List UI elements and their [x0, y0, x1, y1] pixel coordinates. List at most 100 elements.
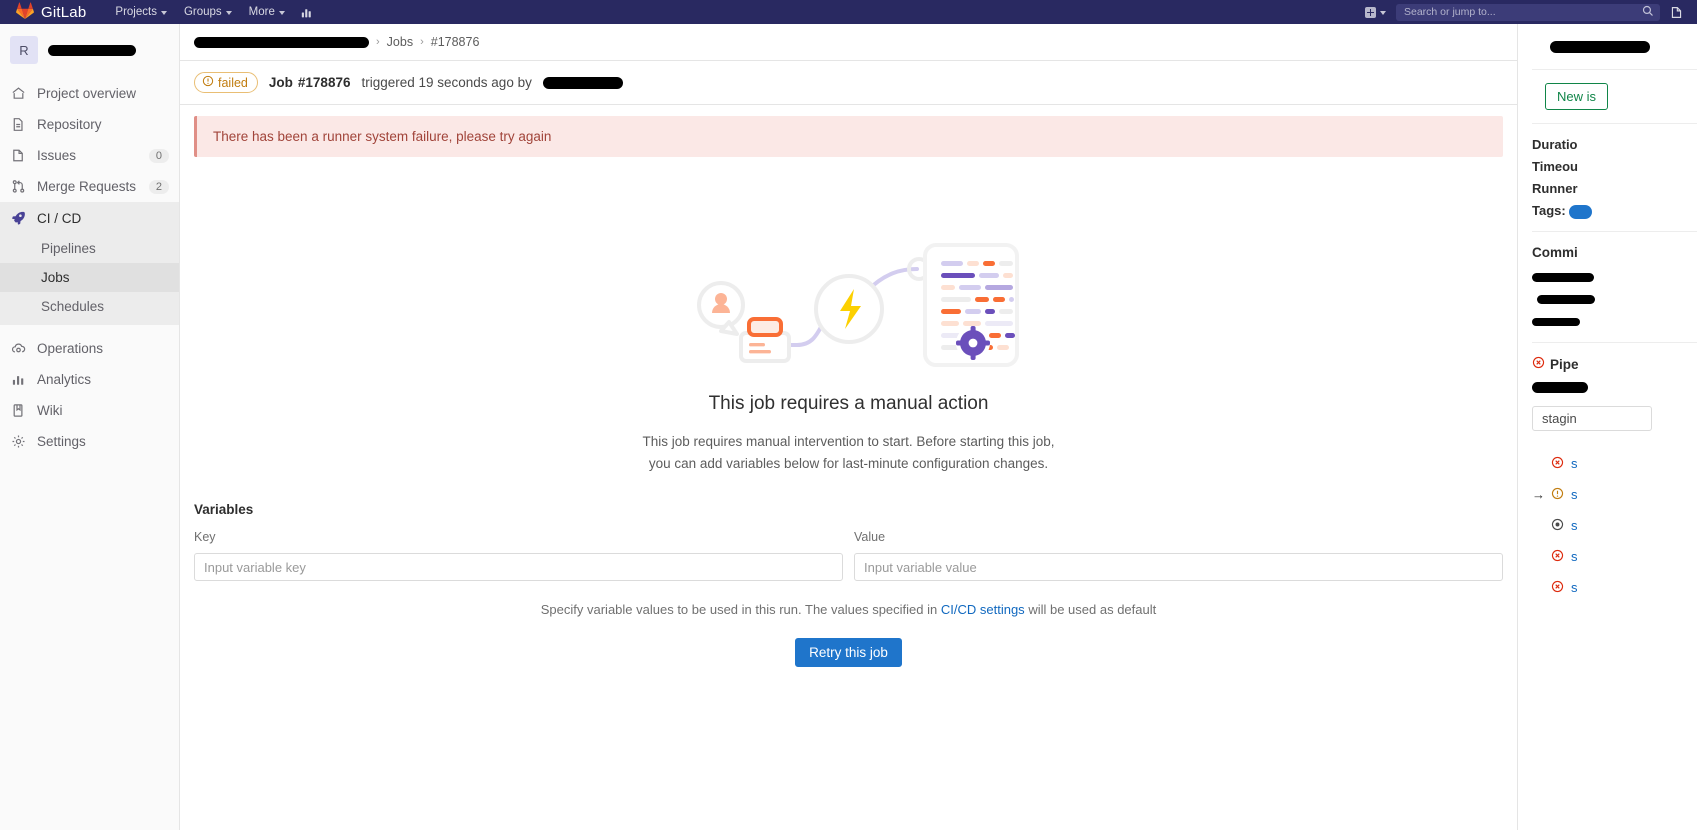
- detail-tags: Tags:: [1532, 203, 1697, 218]
- status-badge[interactable]: failed: [194, 72, 258, 93]
- retry-this-job-button[interactable]: Retry this job: [795, 638, 902, 667]
- pipeline-job-row[interactable]: s: [1532, 572, 1697, 603]
- job-user-redacted[interactable]: [543, 77, 623, 89]
- left-sidebar: R Project overview Repository: [0, 24, 180, 830]
- divider: [1532, 231, 1697, 232]
- search-icon: [1642, 4, 1654, 20]
- sidebar-label-issues: Issues: [37, 148, 76, 163]
- variable-value-input[interactable]: [854, 553, 1503, 581]
- variables-key-column: Key: [194, 530, 843, 581]
- sidebar-label-project-overview: Project overview: [37, 86, 136, 101]
- nav-more-label: More: [249, 6, 275, 18]
- project-name-redacted: [48, 45, 136, 56]
- sidebar-item-operations[interactable]: Operations: [0, 333, 179, 364]
- pipeline-job-row[interactable]: s: [1532, 510, 1697, 541]
- pipeline-job-row-current[interactable]: → s: [1532, 479, 1697, 510]
- sidebar-item-settings[interactable]: Settings: [0, 426, 179, 457]
- pipeline-job-row[interactable]: s: [1532, 448, 1697, 479]
- nav-projects-label: Projects: [115, 6, 157, 18]
- variables-value-column: Value: [854, 530, 1503, 581]
- retry-button-wrap: Retry this job: [194, 638, 1503, 667]
- breadcrumb-separator: ›: [376, 36, 380, 48]
- search-box[interactable]: [1396, 4, 1660, 21]
- chart-icon: [10, 372, 26, 387]
- error-alert: There has been a runner system failure, …: [194, 116, 1503, 157]
- failed-circle-icon: [1551, 549, 1564, 565]
- failed-circle-icon: [1551, 580, 1564, 596]
- document-icon: [10, 117, 26, 132]
- nav-projects[interactable]: Projects: [108, 3, 174, 21]
- create-new-button[interactable]: [1359, 5, 1392, 20]
- sidebar-item-wiki[interactable]: Wiki: [0, 395, 179, 426]
- home-icon: [10, 86, 26, 101]
- breadcrumb-jobs-link[interactable]: Jobs: [387, 35, 413, 49]
- gitlab-logo-link[interactable]: GitLab: [8, 2, 86, 22]
- breadcrumb: › Jobs › #178876: [180, 24, 1517, 61]
- sidebar-item-analytics[interactable]: Analytics: [0, 364, 179, 395]
- tag-chip: [1569, 205, 1591, 219]
- current-job-arrow-icon: →: [1532, 487, 1544, 502]
- gitlab-tanuki-icon: [16, 2, 34, 22]
- issues-icon: [10, 148, 26, 163]
- sidebar-subitem-pipelines[interactable]: Pipelines: [0, 234, 179, 263]
- plus-icon: [1365, 7, 1376, 18]
- navbar-right-group: [1359, 4, 1689, 21]
- analytics-icon[interactable]: [295, 4, 320, 21]
- variable-key-input[interactable]: [194, 553, 843, 581]
- variables-row: Key Value: [194, 530, 1503, 581]
- warning-circle-icon: [202, 75, 214, 90]
- detail-duration-label: Duratio: [1532, 137, 1578, 152]
- pipeline-job-label: s: [1571, 549, 1578, 564]
- job-header: failed Job #178876 triggered 19 seconds …: [180, 61, 1517, 105]
- empty-state-title: This job requires a manual action: [180, 393, 1517, 415]
- project-header-link[interactable]: R: [0, 24, 179, 78]
- pipeline-job-label: s: [1571, 487, 1578, 502]
- detail-runner: Runner: [1532, 181, 1697, 196]
- detail-timeout-label: Timeou: [1532, 159, 1578, 174]
- chevron-down-icon: [161, 11, 167, 15]
- sidebar-label-analytics: Analytics: [37, 372, 91, 387]
- variables-note-after: will be used as default: [1028, 602, 1156, 617]
- chevron-down-icon: [226, 11, 232, 15]
- sidebar-item-merge-requests[interactable]: Merge Requests 2: [0, 171, 179, 202]
- variables-note-before: Specify variable values to be used in th…: [541, 602, 938, 617]
- project-avatar: R: [10, 36, 38, 64]
- divider: [1532, 123, 1697, 124]
- new-issue-button[interactable]: New is: [1545, 83, 1608, 110]
- failed-circle-icon: [1532, 356, 1545, 372]
- sidebar-count-merge-requests: 2: [149, 180, 169, 194]
- variables-value-label: Value: [854, 530, 1503, 544]
- sidebar-subitem-jobs[interactable]: Jobs: [0, 263, 179, 292]
- sidebar-item-ci-cd[interactable]: CI / CD: [0, 202, 179, 234]
- sidebar-item-issues[interactable]: Issues 0: [0, 140, 179, 171]
- breadcrumb-project-redacted[interactable]: [194, 37, 369, 48]
- sidebar-subitem-schedules[interactable]: Schedules: [0, 292, 179, 321]
- top-navbar: GitLab Projects Groups More: [0, 0, 1697, 24]
- job-name-redacted: [1550, 41, 1650, 53]
- nav-more[interactable]: More: [242, 3, 292, 21]
- search-input[interactable]: [1402, 5, 1642, 19]
- pipeline-job-label: s: [1571, 580, 1578, 595]
- stage-dropdown[interactable]: stagin: [1532, 406, 1652, 431]
- sidebar-label-operations: Operations: [37, 341, 103, 356]
- rocket-icon: [10, 210, 26, 226]
- right-sidebar: New is Duratio Timeou Runner Tags: Commi: [1517, 24, 1697, 830]
- empty-state-desc-line2: you can add variables below for last-min…: [180, 453, 1517, 475]
- sidebar-item-project-overview[interactable]: Project overview: [0, 78, 179, 109]
- detail-tags-label: Tags:: [1532, 203, 1566, 218]
- detail-duration: Duratio: [1532, 137, 1697, 152]
- nav-groups[interactable]: Groups: [177, 3, 239, 21]
- chevron-down-icon: [279, 11, 285, 15]
- breadcrumb-job-id[interactable]: #178876: [431, 35, 480, 49]
- ci-cd-subnav: Pipelines Jobs Schedules: [0, 234, 179, 325]
- commit-branch-redacted: [1537, 295, 1595, 304]
- page-body: R Project overview Repository: [0, 24, 1697, 830]
- ci-cd-settings-link[interactable]: CI/CD settings: [941, 602, 1025, 617]
- commit-heading: Commi: [1532, 245, 1697, 260]
- divider: [1532, 69, 1697, 70]
- pipeline-job-row[interactable]: s: [1532, 541, 1697, 572]
- variables-note: Specify variable values to be used in th…: [194, 602, 1503, 617]
- issues-icon[interactable]: [1664, 4, 1689, 21]
- sidebar-item-repository[interactable]: Repository: [0, 109, 179, 140]
- cloud-gear-icon: [10, 341, 26, 356]
